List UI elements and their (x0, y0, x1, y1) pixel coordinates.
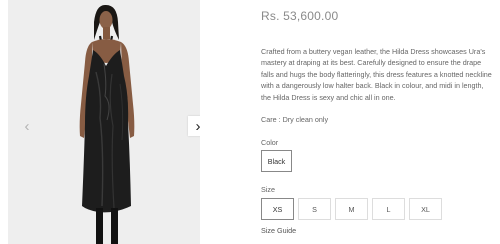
size-guide-link[interactable]: Size Guide (261, 226, 296, 235)
gallery-prev-button[interactable]: ‹ (17, 116, 37, 136)
size-option-m[interactable]: M (335, 198, 368, 220)
care-instructions: Care : Dry clean only (261, 115, 329, 124)
size-label: Size (261, 185, 275, 194)
size-option-l[interactable]: L (372, 198, 405, 220)
chevron-left-icon: ‹ (24, 117, 30, 135)
size-option-xl[interactable]: XL (409, 198, 442, 220)
chevron-right-icon: › (195, 117, 201, 135)
gallery-next-button[interactable]: › (188, 116, 200, 136)
product-description: Crafted from a buttery vegan leather, th… (261, 47, 492, 102)
color-option-black[interactable]: Black (261, 150, 292, 172)
product-image-gallery: ‹ › (8, 0, 200, 244)
size-option-xs[interactable]: XS (261, 198, 294, 220)
product-price: Rs. 53,600.00 (261, 9, 339, 23)
size-option-s[interactable]: S (298, 198, 331, 220)
color-label: Color (261, 138, 279, 147)
